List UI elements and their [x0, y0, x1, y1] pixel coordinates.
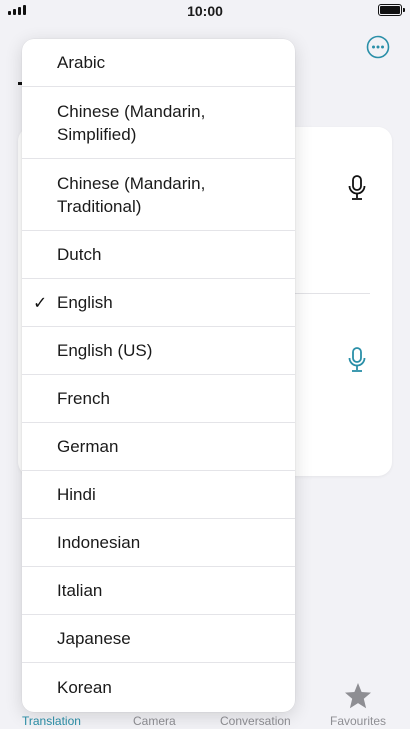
language-menu: Arabic Chinese (Mandarin, Simplified) Ch… — [22, 39, 295, 712]
star-icon[interactable] — [343, 681, 373, 711]
menu-item-korean[interactable]: Korean — [22, 663, 295, 711]
menu-item-label: Dutch — [57, 245, 102, 264]
menu-item-label: Arabic — [57, 53, 106, 72]
menu-item-arabic[interactable]: Arabic — [22, 39, 295, 87]
menu-item-chinese-simplified[interactable]: Chinese (Mandarin, Simplified) — [22, 87, 295, 159]
menu-item-label: Chinese (Mandarin, Traditional) — [57, 173, 206, 216]
tab-conversation[interactable]: Conversation — [220, 714, 291, 728]
menu-item-german[interactable]: German — [22, 423, 295, 471]
menu-item-label: Italian — [57, 581, 103, 600]
menu-item-indonesian[interactable]: Indonesian — [22, 519, 295, 567]
menu-item-french[interactable]: French — [22, 375, 295, 423]
microphone-icon[interactable] — [346, 174, 368, 202]
status-time: 10:00 — [187, 3, 223, 19]
tab-camera[interactable]: Camera — [133, 714, 176, 728]
menu-item-italian[interactable]: Italian — [22, 567, 295, 615]
menu-item-japanese[interactable]: Japanese — [22, 615, 295, 663]
menu-item-english-us[interactable]: English (US) — [22, 327, 295, 375]
tab-favourites[interactable]: Favourites — [330, 714, 386, 728]
menu-item-label: Korean — [57, 677, 112, 697]
menu-item-english[interactable]: ✓ English — [22, 279, 295, 327]
menu-item-label: Japanese — [57, 629, 131, 648]
status-bar: 10:00 — [0, 0, 410, 22]
menu-item-label: Chinese (Mandarin, Simplified) — [57, 101, 206, 144]
menu-item-hindi[interactable]: Hindi — [22, 471, 295, 519]
checkmark-icon: ✓ — [33, 293, 48, 312]
menu-item-dutch[interactable]: Dutch — [22, 231, 295, 279]
menu-item-label: Indonesian — [57, 533, 141, 552]
menu-item-label: Hindi — [57, 485, 96, 504]
menu-item-label: German — [57, 437, 119, 456]
menu-item-label: French — [57, 389, 110, 408]
microphone-icon[interactable] — [346, 346, 368, 374]
menu-item-chinese-traditional[interactable]: Chinese (Mandarin, Traditional) — [22, 159, 295, 231]
tab-translation[interactable]: Translation — [22, 714, 81, 728]
battery-icon — [378, 4, 405, 16]
more-options-button[interactable] — [366, 35, 390, 59]
menu-item-label: English (US) — [57, 341, 153, 360]
menu-item-label: English — [57, 293, 113, 312]
